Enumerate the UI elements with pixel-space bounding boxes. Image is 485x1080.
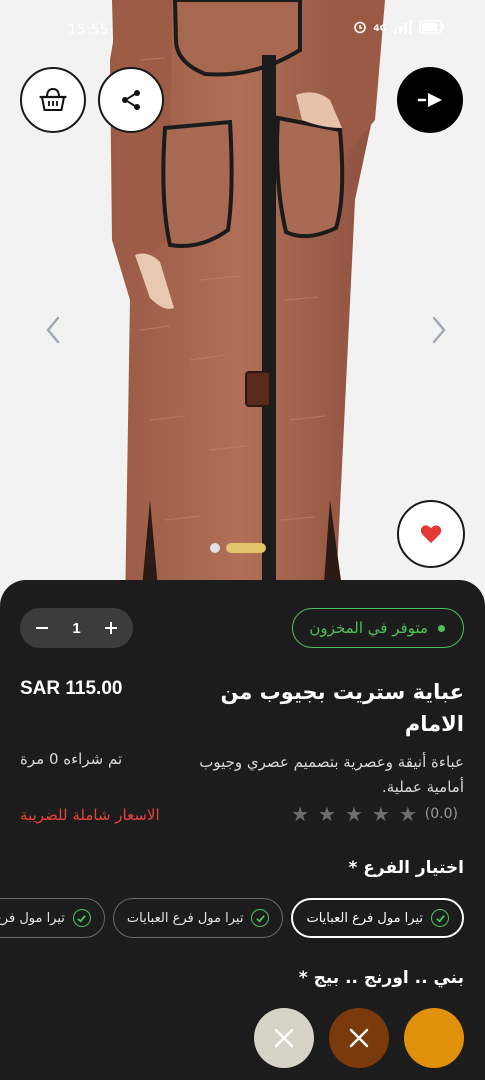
product-title: عباية ستريت بجيوب من الامام xyxy=(220,680,464,736)
plus-icon xyxy=(105,622,117,634)
basket-icon xyxy=(39,87,67,111)
check-circle-icon xyxy=(431,909,449,927)
product-details-sheet: 1 متوفر في المخزون SAR 115.00 عباية ستري… xyxy=(0,580,485,1080)
chevron-left-icon xyxy=(46,316,60,344)
quantity-stepper[interactable]: 1 xyxy=(20,608,133,648)
signal-icon xyxy=(393,20,413,38)
product-description: عباءة أنيقة وعصرية بتصميم عصري وجيوب أما… xyxy=(199,753,464,796)
product-price: SAR 115.00 xyxy=(20,678,123,699)
carousel-indicator xyxy=(210,543,266,553)
branch-options: تيرا مول فرع العبايات تيرا مول فرع العبا… xyxy=(0,898,464,938)
tax-note: الاسعار شاملة للضريبة xyxy=(20,806,160,824)
branch-option-label: تيرا مول فرع العبايات xyxy=(126,910,244,926)
share-button[interactable] xyxy=(98,67,164,133)
status-bar: 15:55 4G xyxy=(0,18,485,46)
product-screen: 15:55 4G 1 متوفر في المخزون SAR 115.00 ع… xyxy=(0,0,485,1080)
product-rating: ★ ★ ★ ★ ★ (0.0) xyxy=(291,804,464,824)
branch-option-selected[interactable]: تيرا مول فرع العبايات xyxy=(291,898,464,938)
rating-stars: ★ ★ ★ ★ ★ xyxy=(291,804,417,824)
cart-button[interactable] xyxy=(20,67,86,133)
network-type: 4G xyxy=(373,24,387,34)
stock-status-badge: متوفر في المخزون xyxy=(292,608,464,648)
check-circle-icon xyxy=(72,909,91,927)
decrease-quantity-button[interactable] xyxy=(34,617,50,639)
alarm-icon xyxy=(353,20,367,38)
branch-option[interactable]: تيرا مول فرع العبايات xyxy=(112,898,284,938)
rating-score: (0.0) xyxy=(424,806,458,822)
play-icon xyxy=(417,93,442,107)
battery-icon xyxy=(419,20,445,38)
product-image-gallery[interactable]: 15:55 4G xyxy=(0,0,485,610)
branch-option[interactable]: تيرا مول فرع العبايات xyxy=(0,898,105,938)
chevron-right-icon xyxy=(432,316,446,344)
unavailable-x-icon xyxy=(349,1028,369,1048)
unavailable-x-icon xyxy=(274,1028,294,1048)
minus-icon xyxy=(36,627,48,629)
status-icons: 4G xyxy=(353,20,445,38)
star-icon: ★ xyxy=(318,802,336,826)
status-time: 15:55 xyxy=(68,22,109,38)
carousel-dot-active[interactable] xyxy=(226,543,266,553)
stock-dot-icon xyxy=(438,624,445,632)
heart-icon xyxy=(420,525,442,544)
color-swatch-beige[interactable] xyxy=(254,1008,314,1068)
increase-quantity-button[interactable] xyxy=(103,617,119,639)
quantity-value: 1 xyxy=(72,619,81,637)
star-icon: ★ xyxy=(371,802,390,826)
video-button[interactable] xyxy=(397,67,463,133)
star-icon: ★ xyxy=(291,802,310,826)
star-icon: ★ xyxy=(398,802,417,826)
carousel-dot[interactable] xyxy=(210,543,220,553)
stock-label: متوفر في المخزون xyxy=(309,619,428,637)
color-heading: بني .. اورنج .. بيج * xyxy=(298,968,464,988)
branch-heading: اختيار الفرع * xyxy=(348,858,465,878)
share-icon xyxy=(122,90,140,110)
color-swatches xyxy=(254,1008,464,1068)
check-circle-icon xyxy=(251,909,270,927)
color-swatch-brown[interactable] xyxy=(329,1008,389,1068)
purchase-count: تم شراءه 0 مرة xyxy=(20,750,123,768)
branch-option-label: تيرا مول فرع العبايات xyxy=(0,910,65,926)
favorite-button[interactable] xyxy=(397,500,465,568)
branch-option-label: تيرا مول فرع العبايات xyxy=(306,910,423,926)
next-image-button[interactable] xyxy=(426,312,452,348)
previous-image-button[interactable] xyxy=(40,312,66,348)
star-icon: ★ xyxy=(344,802,363,826)
color-swatch-orange[interactable] xyxy=(404,1008,464,1068)
